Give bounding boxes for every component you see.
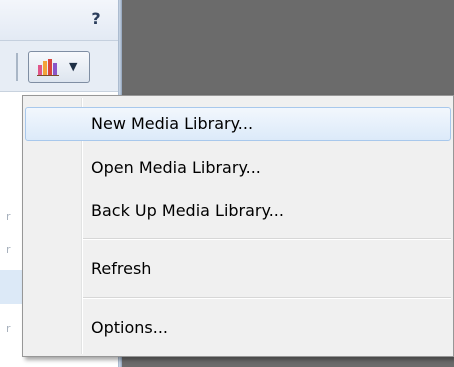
list-row-marker: r — [6, 243, 11, 256]
menu-item-options[interactable]: Options... — [25, 311, 451, 345]
list-row-marker: r — [6, 322, 11, 335]
help-button[interactable]: ? — [85, 8, 107, 30]
toolbar: ▼ — [0, 41, 118, 92]
library-context-menu: New Media Library... Open Media Library.… — [22, 95, 454, 357]
chevron-down-icon[interactable]: ▼ — [69, 60, 77, 73]
library-bars-icon — [37, 58, 61, 80]
library-options-button[interactable]: ▼ — [28, 51, 90, 83]
toolbar-separator — [16, 53, 18, 81]
menu-separator — [83, 297, 451, 299]
menu-item-new-media-library[interactable]: New Media Library... — [25, 107, 451, 141]
menu-separator — [83, 238, 451, 240]
list-row-marker: r — [6, 210, 11, 223]
help-bar: ? — [0, 0, 118, 41]
menu-item-back-up-media-library[interactable]: Back Up Media Library... — [25, 194, 451, 228]
menu-item-refresh[interactable]: Refresh — [25, 252, 451, 286]
menu-item-open-media-library[interactable]: Open Media Library... — [25, 151, 451, 185]
